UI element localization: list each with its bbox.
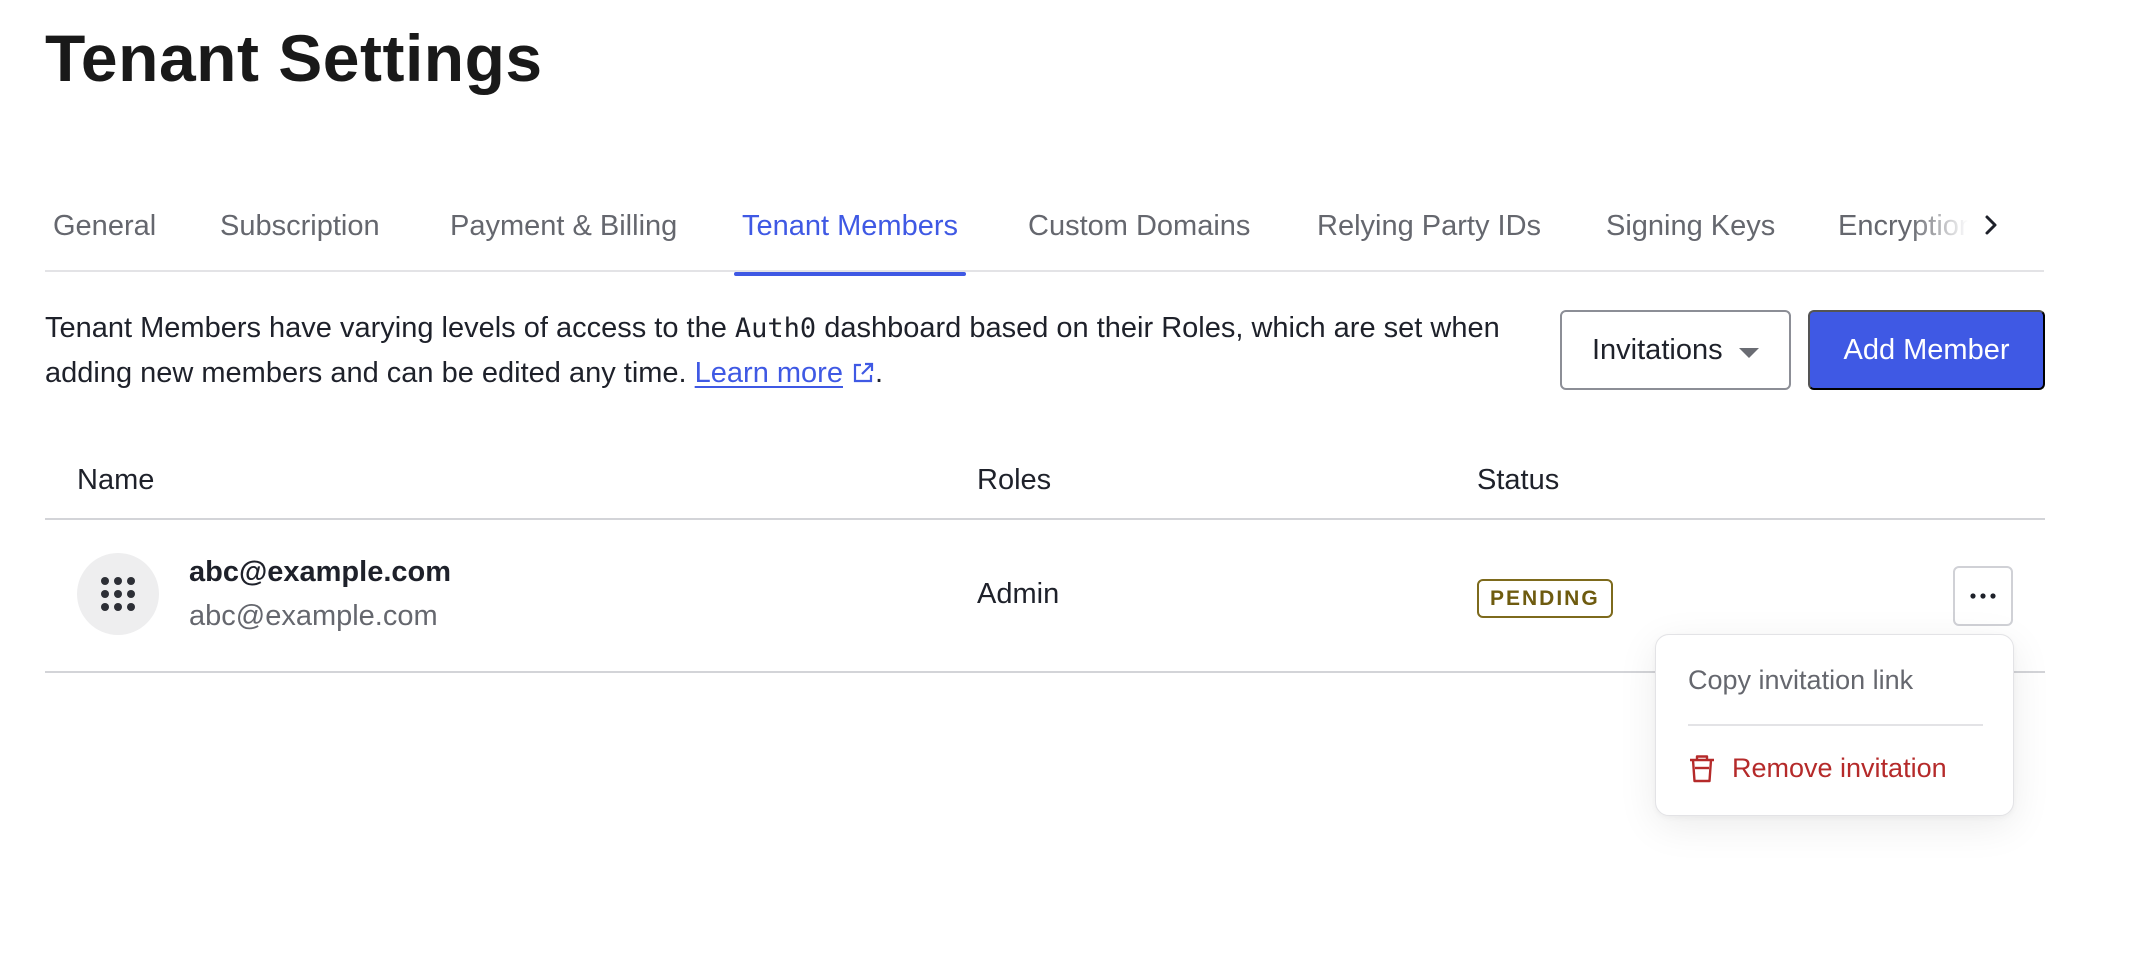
chevron-right-icon	[1985, 215, 1997, 235]
tenant-settings-page: Tenant Settings General Subscription Pay…	[0, 0, 2136, 962]
tab-relying-party-ids[interactable]: Relying Party IDs	[1317, 206, 1541, 270]
members-description: Tenant Members have varying levels of ac…	[45, 306, 1555, 395]
column-header-name: Name	[77, 464, 155, 496]
tab-custom-domains[interactable]: Custom Domains	[1028, 206, 1250, 270]
active-tab-indicator	[734, 272, 966, 276]
learn-more-link[interactable]: Learn more	[695, 357, 875, 389]
remove-invitation-label: Remove invitation	[1732, 753, 1947, 783]
row-actions-menu: Copy invitation link Remove invitation	[1655, 634, 2014, 816]
member-email: abc@example.com	[189, 600, 438, 632]
row-actions-button[interactable]	[1953, 566, 2013, 626]
members-table-header: Name Roles Status	[45, 450, 2045, 520]
caret-down-icon	[1739, 348, 1759, 358]
tab-general[interactable]: General	[53, 206, 156, 270]
more-horizontal-icon	[1970, 593, 1996, 599]
member-name: abc@example.com	[189, 556, 452, 588]
status-badge: PENDING	[1477, 579, 1613, 618]
tab-scroll-right-button[interactable]	[1970, 202, 2012, 248]
invitations-label: Invitations	[1592, 333, 1723, 366]
learn-more-label: Learn more	[694, 357, 843, 389]
tab-tenant-members[interactable]: Tenant Members	[734, 206, 966, 276]
page-title: Tenant Settings	[45, 21, 543, 95]
column-header-status: Status	[1477, 464, 1560, 496]
description-end: .	[874, 357, 884, 389]
column-header-roles: Roles	[977, 464, 1052, 496]
grid-dots-icon	[101, 577, 135, 611]
tab-payment-billing[interactable]: Payment & Billing	[450, 206, 677, 270]
copy-invitation-link-item[interactable]: Copy invitation link	[1688, 665, 1913, 696]
tab-tenant-members-label: Tenant Members	[742, 210, 958, 242]
external-link-icon	[853, 362, 874, 383]
trash-icon	[1690, 754, 1714, 782]
add-member-button[interactable]: Add Member	[1808, 310, 2045, 390]
tab-signing-keys[interactable]: Signing Keys	[1606, 206, 1775, 270]
product-name: Auth0	[734, 313, 817, 344]
avatar	[77, 553, 159, 635]
settings-tabs: General Subscription Payment & Billing T…	[45, 192, 2044, 276]
invitations-dropdown[interactable]: Invitations	[1560, 310, 1791, 390]
menu-divider	[1688, 724, 1983, 726]
member-role: Admin	[977, 578, 1060, 610]
description-text-1: Tenant Members have varying levels of ac…	[45, 312, 735, 344]
tab-subscription[interactable]: Subscription	[220, 206, 380, 270]
remove-invitation-item[interactable]: Remove invitation	[1688, 753, 1947, 784]
tab-encryption[interactable]: Encryption	[1838, 206, 1968, 270]
